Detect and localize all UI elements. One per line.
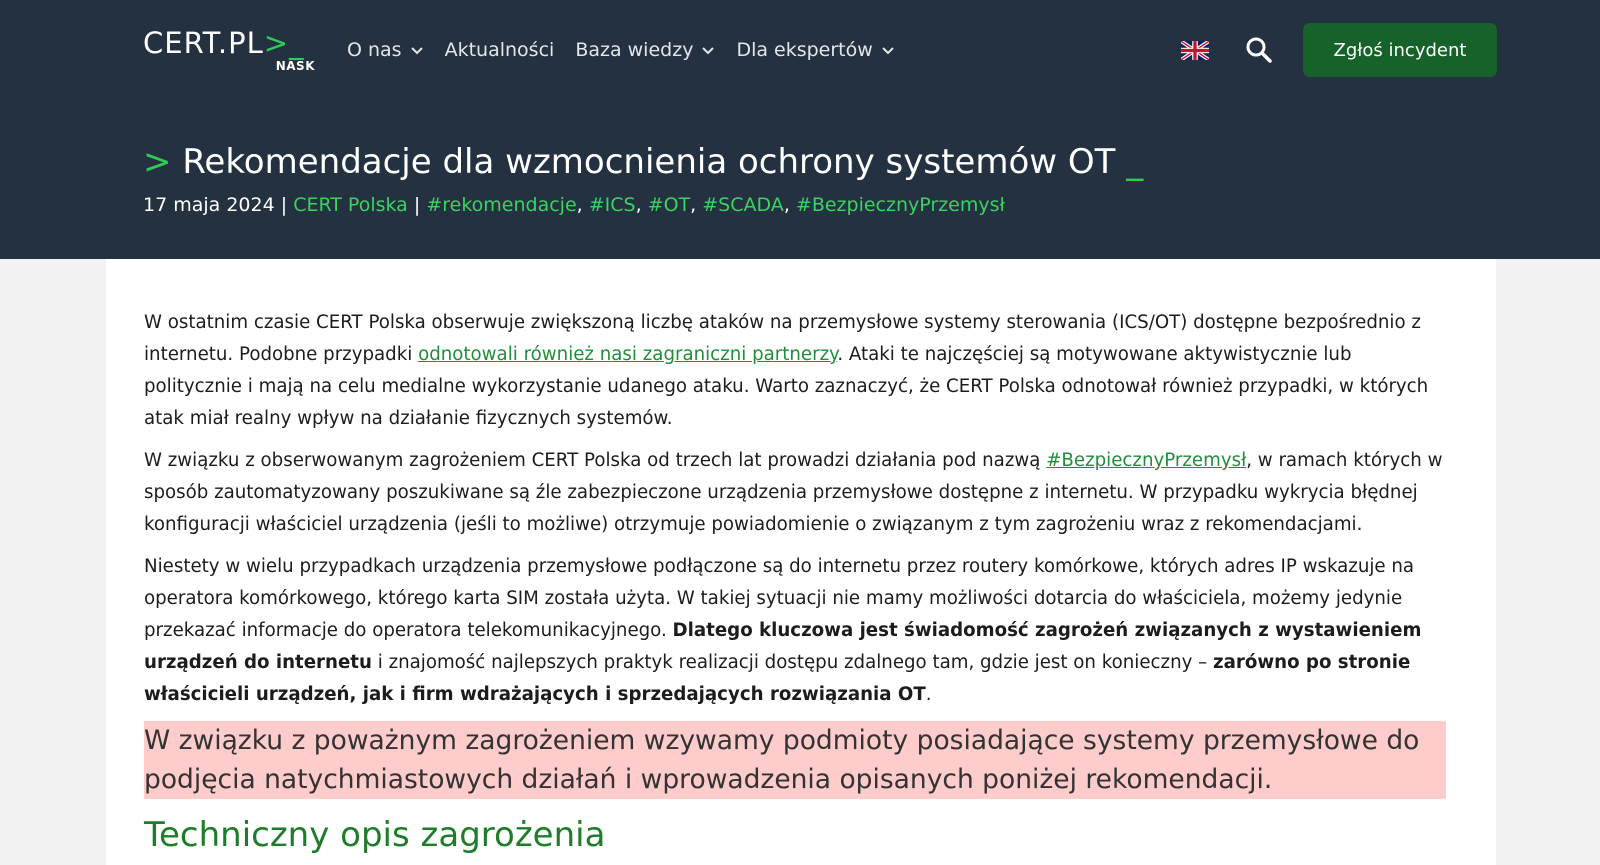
logo-wordmark: CERT.PL>_ — [143, 26, 305, 60]
text-span: i znajomość najlepszych praktyk realizac… — [371, 652, 1214, 673]
nav-item-baza-wiedzy[interactable]: Baza wiedzy — [575, 39, 715, 61]
partners-link[interactable]: odnotowali również nasi zagraniczni part… — [418, 344, 837, 365]
nav-item-dla-ekspertow[interactable]: Dla ekspertów — [736, 39, 894, 61]
paragraph-intro: W ostatnim czasie CERT Polska obserwuje … — [144, 307, 1446, 435]
chevron-down-icon — [882, 47, 894, 55]
article-body: W ostatnim czasie CERT Polska obserwuje … — [144, 307, 1446, 857]
logo-nask: NASK — [275, 59, 315, 73]
author-link[interactable]: CERT Polska — [293, 194, 408, 216]
tag-link[interactable]: #SCADA — [702, 194, 784, 216]
title-prompt: > — [143, 142, 172, 182]
paragraph-program: W związku z obserwowanym zagrożeniem CER… — [144, 445, 1446, 541]
article-meta: 17 maja 2024 | CERT Polska | #rekomendac… — [143, 194, 1005, 216]
warning-callout: W związku z poważnym zagrożeniem wzywamy… — [144, 721, 1446, 799]
page-header: CERT.PL>_ NASK O nas Aktualności Baza wi… — [0, 0, 1600, 259]
tag-link[interactable]: #ICS — [589, 194, 636, 216]
tag-link[interactable]: #BezpiecznyPrzemysł — [796, 194, 1005, 216]
nav-item-label: Baza wiedzy — [575, 39, 694, 61]
bezpieczny-przemysl-link[interactable]: #BezpiecznyPrzemysł — [1046, 450, 1246, 471]
search-icon[interactable] — [1245, 36, 1273, 64]
main-nav: O nas Aktualności Baza wiedzy Dla eksper… — [347, 36, 916, 64]
article-date: 17 maja 2024 — [143, 194, 275, 216]
meta-separator: | — [280, 194, 288, 216]
text-span: W związku z obserwowanym zagrożeniem CER… — [144, 450, 1047, 471]
tag-link[interactable]: #rekomendacje — [426, 194, 576, 216]
nav-item-label: O nas — [347, 39, 402, 61]
nav-item-o-nas[interactable]: O nas — [347, 39, 424, 61]
article-content: W ostatnim czasie CERT Polska obserwuje … — [106, 259, 1496, 865]
uk-flag-icon[interactable] — [1181, 41, 1209, 60]
text-span: . — [925, 684, 932, 705]
nav-item-label: Dla ekspertów — [736, 39, 873, 61]
meta-separator: | — [413, 194, 421, 216]
chevron-down-icon — [702, 47, 715, 55]
nav-item-aktualnosci[interactable]: Aktualności — [445, 39, 555, 61]
report-incident-button[interactable]: Zgłoś incydent — [1303, 23, 1497, 77]
title-text: Rekomendacje dla wzmocnienia ochrony sys… — [182, 142, 1116, 182]
page-title: > Rekomendacje dla wzmocnienia ochrony s… — [143, 136, 1143, 188]
cert-pl-logo[interactable]: CERT.PL>_ NASK — [143, 26, 315, 76]
paragraph-awareness: Niestety w wielu przypadkach urządzenia … — [144, 551, 1446, 711]
section-heading: Techniczny opis zagrożenia — [144, 815, 606, 855]
tag-link[interactable]: #OT — [648, 194, 690, 216]
chevron-down-icon — [410, 47, 423, 55]
nav-item-label: Aktualności — [444, 39, 555, 61]
title-cursor: _ — [1126, 142, 1144, 182]
